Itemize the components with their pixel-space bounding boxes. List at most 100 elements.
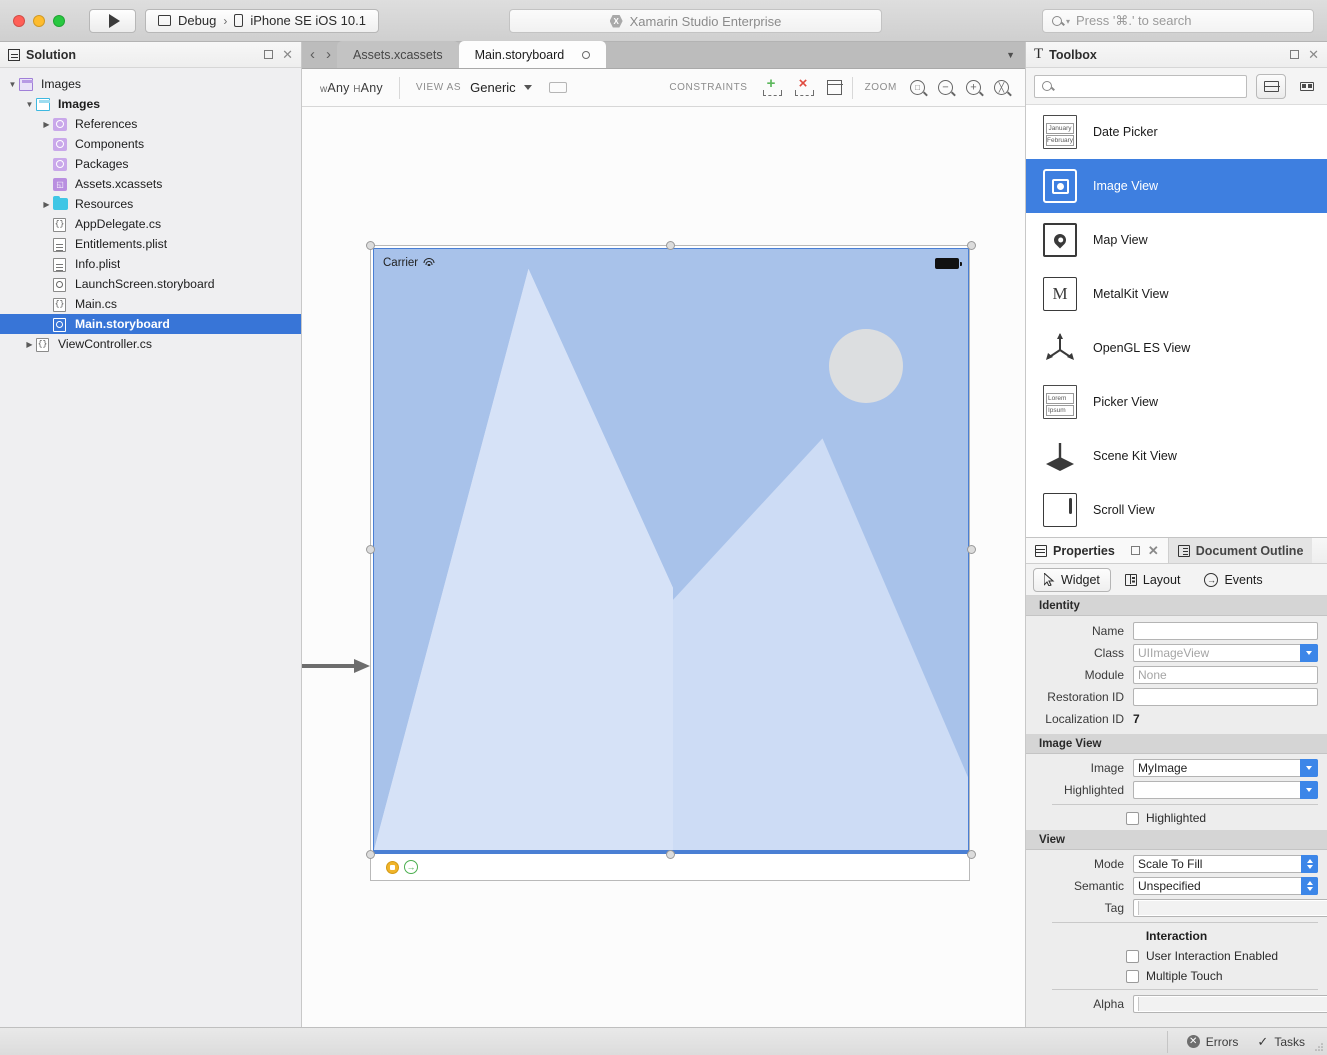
device-orientation-button[interactable] — [549, 82, 567, 93]
zoom-reset-icon[interactable]: ╳ — [994, 80, 1009, 95]
resize-handle-top-right[interactable] — [967, 241, 976, 250]
toolbox-item-scene-kit-view[interactable]: Scene Kit View — [1026, 429, 1327, 483]
alpha-input[interactable]: 1 — [1133, 995, 1327, 1013]
exit-badge-icon[interactable]: → — [404, 860, 418, 874]
dock-toolbox-button[interactable] — [1290, 50, 1299, 59]
view-controller-scene[interactable]: Carrier → — [370, 245, 970, 881]
navigate-forward-button[interactable]: › — [326, 46, 331, 63]
chevron-right-icon[interactable]: ▶ — [23, 340, 36, 349]
segment-layout[interactable]: Layout — [1115, 568, 1191, 592]
toolbox-item-scroll-view[interactable]: Scroll View — [1026, 483, 1327, 537]
solution-tree-item[interactable]: {}AppDelegate.cs — [0, 214, 301, 234]
solution-tree-item[interactable]: Entitlements.plist — [0, 234, 301, 254]
tab-properties[interactable]: Properties ✕ — [1026, 538, 1168, 563]
image-chevron-down-icon[interactable] — [1300, 759, 1318, 777]
highlighted-image-combobox[interactable] — [1133, 781, 1318, 799]
tasks-status[interactable]: ✓ Tasks — [1257, 1034, 1305, 1050]
toolbox-search-field[interactable] — [1034, 75, 1247, 98]
chevron-right-icon[interactable]: ▶ — [40, 120, 53, 129]
highlighted-checkbox[interactable] — [1126, 812, 1139, 825]
mode-stepper-icon[interactable] — [1301, 855, 1318, 873]
restoration-id-input[interactable] — [1133, 688, 1318, 706]
solution-tree-item[interactable]: Packages — [0, 154, 301, 174]
semantic-stepper-icon[interactable] — [1301, 877, 1318, 895]
zoom-in-icon[interactable]: + — [966, 80, 981, 95]
chevron-down-icon[interactable]: ▼ — [6, 80, 19, 89]
tag-input[interactable]: 0 — [1133, 899, 1327, 917]
solution-tree-item[interactable]: ▼Images — [0, 94, 301, 114]
global-search-field[interactable]: ▾ Press '⌘.' to search — [1042, 9, 1314, 33]
view-as-value[interactable]: Generic — [470, 80, 516, 95]
close-window-button[interactable] — [13, 15, 25, 27]
update-frames-icon[interactable] — [827, 80, 842, 95]
segment-events[interactable]: → Events — [1194, 568, 1272, 592]
resize-handle-bottom-left[interactable] — [366, 850, 375, 859]
multiple-touch-checkbox[interactable] — [1126, 970, 1139, 983]
image-view-widget[interactable]: Carrier — [373, 248, 969, 851]
toolbox-search-input[interactable] — [1058, 79, 1239, 93]
resize-grip-icon[interactable] — [1313, 1041, 1325, 1053]
resize-handle-top-left[interactable] — [366, 241, 375, 250]
class-combobox[interactable]: UIImageView — [1133, 644, 1318, 662]
module-input[interactable]: None — [1133, 666, 1318, 684]
class-chevron-down-icon[interactable] — [1300, 644, 1318, 662]
tab-main-storyboard[interactable]: Main.storyboard — [459, 41, 607, 68]
zoom-out-icon[interactable]: − — [938, 80, 953, 95]
toolbox-item-image-view[interactable]: Image View — [1026, 159, 1327, 213]
toolbox-item-metalkit-view[interactable]: MMetalKit View — [1026, 267, 1327, 321]
segment-widget[interactable]: Widget — [1033, 568, 1111, 592]
tab-assets-xcassets[interactable]: Assets.xcassets — [337, 41, 459, 68]
resize-handle-middle-left[interactable] — [366, 545, 375, 554]
add-constraints-icon[interactable] — [763, 79, 780, 97]
toolbox-item-opengl-es-view[interactable]: OpenGL ES View — [1026, 321, 1327, 375]
view-controller-badge-icon[interactable] — [386, 861, 399, 874]
tab-overflow-chevron-down-icon[interactable]: ▼ — [1006, 50, 1025, 60]
semantic-select[interactable]: Unspecified — [1133, 877, 1318, 895]
maximize-window-button[interactable] — [53, 15, 65, 27]
storyboard-canvas[interactable]: Carrier → — [302, 107, 1025, 1027]
zoom-fit-icon[interactable]: □ — [910, 80, 925, 95]
tab-close-icon[interactable] — [582, 51, 590, 59]
resize-handle-bottom-center[interactable] — [666, 850, 675, 859]
solution-tree-item[interactable]: {}Main.cs — [0, 294, 301, 314]
toolbox-item-map-view[interactable]: Map View — [1026, 213, 1327, 267]
solution-tree-item[interactable]: Components — [0, 134, 301, 154]
view-as-chevron-down-icon[interactable] — [524, 85, 532, 90]
toolbox-compact-view-button[interactable] — [1295, 74, 1319, 99]
size-class-indicator[interactable]: wAny HAny — [320, 81, 383, 95]
chevron-down-icon[interactable]: ▼ — [23, 100, 36, 109]
toolbox-list-view-button[interactable] — [1256, 74, 1286, 99]
close-toolbox-button[interactable]: ✕ — [1308, 50, 1319, 59]
solution-tree-item[interactable]: ▶References — [0, 114, 301, 134]
navigate-back-button[interactable]: ‹ — [310, 46, 315, 63]
toolbox-list[interactable]: JanuaryFebruaryDate PickerImage ViewMap … — [1026, 105, 1327, 537]
close-properties-button[interactable]: ✕ — [1148, 546, 1159, 555]
mode-select[interactable]: Scale To Fill — [1133, 855, 1318, 873]
resize-handle-top-center[interactable] — [666, 241, 675, 250]
errors-status[interactable]: ✕ Errors — [1187, 1035, 1239, 1049]
solution-tree-item[interactable]: ◱Assets.xcassets — [0, 174, 301, 194]
run-button[interactable] — [89, 9, 136, 33]
chevron-right-icon[interactable]: ▶ — [40, 200, 53, 209]
dock-pad-button[interactable] — [264, 50, 273, 59]
run-configuration-selector[interactable]: Debug › iPhone SE iOS 10.1 — [145, 9, 379, 33]
minimize-window-button[interactable] — [33, 15, 45, 27]
solution-tree-item[interactable]: LaunchScreen.storyboard — [0, 274, 301, 294]
dock-properties-button[interactable] — [1131, 546, 1140, 555]
name-input[interactable] — [1133, 622, 1318, 640]
solution-tree-item[interactable]: ▶{}ViewController.cs — [0, 334, 301, 354]
image-combobox[interactable]: MyImage — [1133, 759, 1318, 777]
resize-handle-middle-right[interactable] — [967, 545, 976, 554]
solution-tree-item[interactable]: Main.storyboard — [0, 314, 301, 334]
solution-tree-item[interactable]: ▶Resources — [0, 194, 301, 214]
highlighted-chevron-down-icon[interactable] — [1300, 781, 1318, 799]
close-pad-button[interactable]: ✕ — [282, 50, 293, 59]
user-interaction-checkbox[interactable] — [1126, 950, 1139, 963]
resize-handle-bottom-right[interactable] — [967, 850, 976, 859]
solution-tree-item[interactable]: Info.plist — [0, 254, 301, 274]
toolbox-item-date-picker[interactable]: JanuaryFebruaryDate Picker — [1026, 105, 1327, 159]
solution-tree-item[interactable]: ▼Images — [0, 74, 301, 94]
tab-document-outline[interactable]: Document Outline — [1168, 538, 1313, 563]
toolbox-item-picker-view[interactable]: LoremIpsumPicker View — [1026, 375, 1327, 429]
clear-constraints-icon[interactable] — [795, 79, 812, 97]
